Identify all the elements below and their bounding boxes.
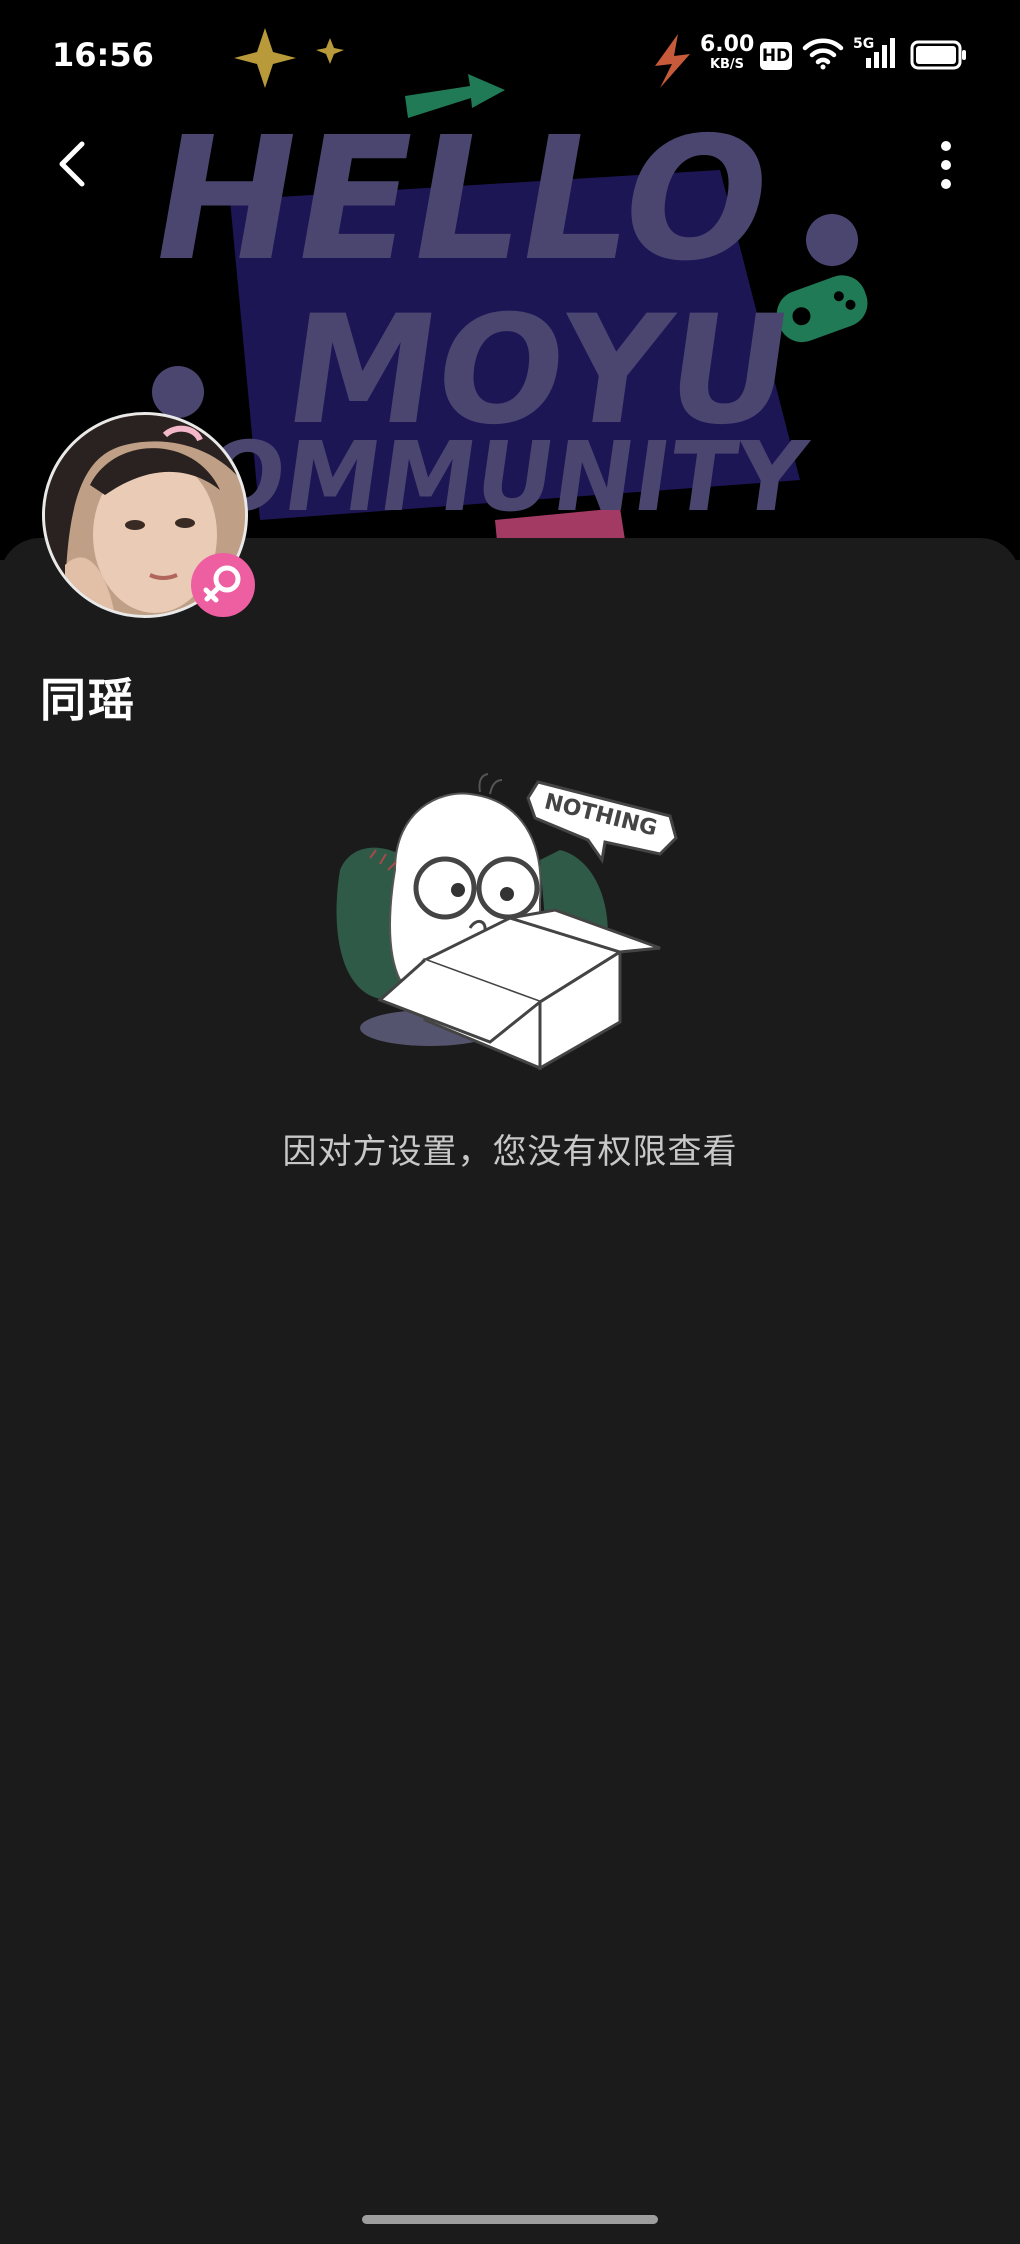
gender-badge [191,553,255,617]
home-indicator[interactable] [362,2215,658,2224]
network-speed: 6.00 KB/S [700,32,755,72]
empty-state-illustration: NOTHING [330,770,690,1094]
wifi-icon [802,38,844,70]
signal-icon [866,38,895,68]
female-icon [203,565,241,603]
more-options-button[interactable] [926,138,966,194]
status-time: 16:56 [52,36,154,74]
banner-text-hello: HELLO [137,101,785,298]
banner-dot [806,214,858,266]
profile-username: 同瑶 [40,673,136,727]
network-speed-value: 6.00 [700,32,755,57]
hd-badge: HD [760,42,792,70]
more-vertical-icon [941,141,951,189]
network-speed-unit: KB/S [709,57,745,72]
status-bar: 16:56 6.00 KB/S HD 5G [0,0,1020,110]
back-button[interactable] [48,134,98,194]
banner-dot [152,366,204,418]
permission-denied-message: 因对方设置，您没有权限查看 [282,1132,738,1172]
battery-icon [910,40,966,70]
chevron-left-icon [59,141,85,187]
